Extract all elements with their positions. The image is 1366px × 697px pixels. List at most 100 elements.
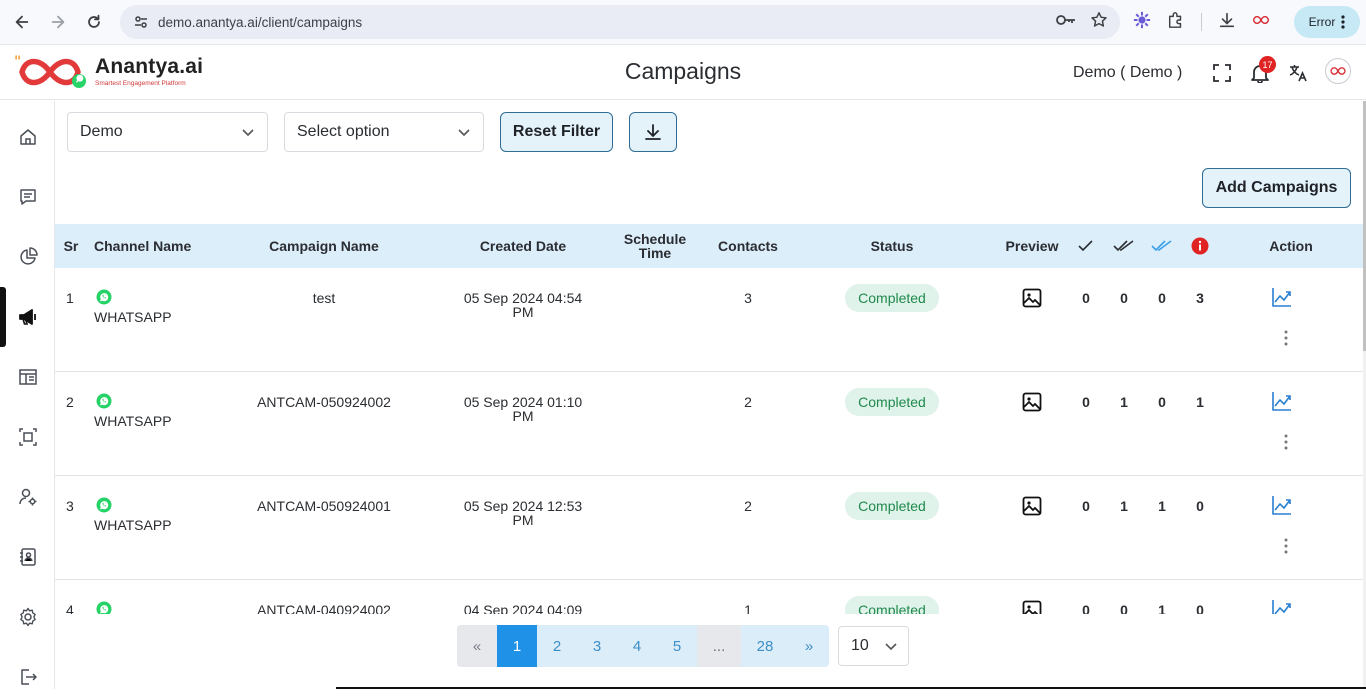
column-header-sr[interactable]: Sr [55,224,87,268]
row-delivered-count: 1 [1120,394,1128,410]
row-sr: 4 [66,602,74,614]
pagination-page-1[interactable]: 1 [497,625,537,667]
focus-frame-icon [18,428,37,446]
add-campaigns-button[interactable]: Add Campaigns [1202,168,1351,208]
option-select[interactable]: Select option [284,112,484,152]
forward-icon[interactable] [45,9,71,35]
analytics-trend-icon[interactable] [1270,598,1294,614]
column-header-contacts[interactable]: Contacts [708,224,788,268]
column-header-preview[interactable]: Preview [997,224,1067,268]
main-content: Demo Select option Reset Filter Add Camp… [55,101,1363,689]
reset-filter-button[interactable]: Reset Filter [500,112,613,152]
status-badge: Completed [845,492,939,520]
profile-error-button[interactable]: Error [1294,6,1360,38]
sidebar [0,101,55,689]
preview-image-icon[interactable] [1020,287,1044,311]
row-contacts: 2 [744,498,752,514]
column-header-schedule[interactable]: Schedule Time [615,224,695,268]
translate-icon[interactable] [1287,62,1309,84]
sidebar-item-chat[interactable] [0,177,55,217]
row-campaign-name: ANTCAM-040924002 [257,602,391,614]
single-tick-icon [1076,224,1096,268]
row-kebab-menu-icon[interactable] [1280,538,1292,556]
toolbar-divider [1201,13,1202,31]
pagination-page-3[interactable]: 3 [577,625,617,667]
download-icon[interactable] [1218,11,1236,34]
row-created-date: 05 Sep 2024 04:54 PM [463,290,583,320]
bookmark-star-icon[interactable] [1090,11,1108,34]
pagination-last-page[interactable]: 28 [741,625,789,667]
row-contacts: 1 [744,602,752,614]
export-download-button[interactable] [629,112,677,152]
table-header: Sr Channel Name Campaign Name Created Da… [55,224,1363,268]
anantya-extension-icon[interactable] [1252,13,1270,31]
row-kebab-menu-icon[interactable] [1280,330,1292,348]
column-header-campaign[interactable]: Campaign Name [245,224,403,268]
user-name[interactable]: Demo ( Demo ) [1073,64,1182,82]
notification-count-badge: 17 [1259,56,1276,73]
sidebar-item-home[interactable] [0,117,55,157]
sidebar-item-analytics[interactable] [0,237,55,277]
sidebar-item-flows[interactable] [0,417,55,457]
row-campaign-name: ANTCAM-050924001 [257,498,391,514]
download-icon [645,124,661,140]
pagination-ellipsis: ... [697,625,741,667]
fullscreen-icon[interactable] [1211,62,1233,84]
table-row: 1 WHATSAPP test 05 Sep 2024 04:54 PM 3 Comple… [55,268,1363,372]
option-select-placeholder: Select option [297,123,390,140]
per-page-value: 10 [851,637,869,654]
sidebar-item-templates[interactable] [0,357,55,397]
row-delivered-count: 0 [1120,290,1128,306]
row-created-date: 04 Sep 2024 04:09 PM [463,602,583,614]
pagination-page-4[interactable]: 4 [617,625,657,667]
column-header-status[interactable]: Status [845,224,939,268]
address-bar[interactable]: demo.anantya.ai/client/campaigns [120,5,1120,39]
sidebar-item-settings[interactable] [0,597,55,637]
column-header-action[interactable]: Action [1255,224,1327,268]
status-badge: Completed [845,596,939,614]
pagination-page-2[interactable]: 2 [537,625,577,667]
user-avatar[interactable] [1325,58,1351,84]
password-key-icon[interactable] [1056,13,1076,32]
column-header-channel[interactable]: Channel Name [94,224,196,268]
row-failed-count: 3 [1196,290,1204,306]
sidebar-item-campaigns[interactable] [0,287,55,347]
avatar-logo-icon [1330,67,1346,75]
pie-chart-icon [19,247,38,265]
reload-icon[interactable] [81,9,107,35]
account-select[interactable]: Demo [67,112,268,152]
per-page-select[interactable]: 10 [838,626,909,666]
row-sent-count: 0 [1082,602,1090,614]
user-gear-icon [18,488,36,506]
pagination-first[interactable]: « [457,625,497,667]
row-kebab-menu-icon[interactable] [1280,434,1292,452]
preview-image-icon[interactable] [1020,599,1044,614]
analytics-trend-icon[interactable] [1270,390,1294,414]
sidebar-item-contacts[interactable] [0,537,55,577]
row-failed-count: 0 [1196,498,1204,514]
table-row: 4WHATSAPPANTCAM-04092400204 Sep 2024 04:… [55,580,1363,614]
logout-icon [20,669,37,685]
analytics-trend-icon[interactable] [1270,494,1294,518]
analytics-trend-icon[interactable] [1270,286,1294,310]
preview-image-icon[interactable] [1020,495,1044,519]
column-header-created[interactable]: Created Date [453,224,593,268]
failed-info-icon [1190,224,1210,268]
site-settings-icon[interactable] [126,14,156,30]
row-sent-count: 0 [1082,394,1090,410]
sidebar-item-logout[interactable] [0,657,55,697]
whatsapp-icon [96,601,112,614]
gear-icon [19,607,36,627]
pagination-next[interactable]: » [789,625,829,667]
preview-image-icon[interactable] [1020,391,1044,415]
row-campaign-name: test [312,290,336,306]
extensions-puzzle-icon[interactable] [1167,11,1185,34]
status-badge: Completed [845,284,939,312]
sidebar-item-user-settings[interactable] [0,477,55,517]
row-sent-count: 0 [1082,498,1090,514]
extension-gear-icon[interactable] [1133,11,1151,34]
row-read-count: 1 [1158,498,1166,514]
pagination-page-5[interactable]: 5 [657,625,697,667]
whatsapp-icon [96,393,112,409]
back-icon[interactable] [9,9,35,35]
